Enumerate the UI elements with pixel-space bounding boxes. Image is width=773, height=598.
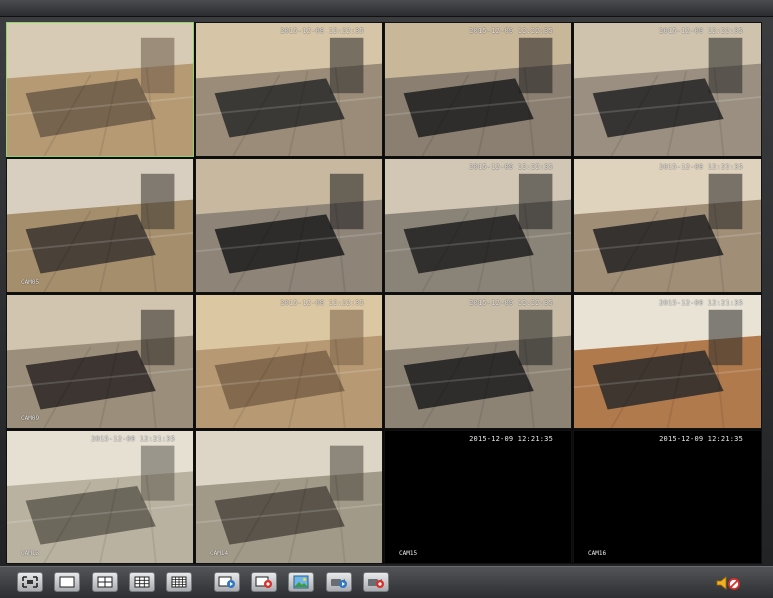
layout-quad-icon <box>97 576 113 588</box>
camera-feed-image <box>574 431 761 563</box>
camera-feed-image <box>196 159 382 292</box>
camera-feed-image <box>7 431 193 563</box>
camera-grid: 2015-12-09 12:22:35 2015-12-09 12:22:35 20… <box>6 22 762 564</box>
camera-timestamp: 2015-12-09 12:21:35 <box>91 435 175 443</box>
camera-tile-11[interactable]: 2015-12-09 12:22:35 <box>384 294 572 429</box>
camera-feed-image <box>196 295 382 428</box>
camera-label: CAM16 <box>588 550 607 557</box>
fullscreen-icon <box>22 576 38 588</box>
camera-timestamp: 2015-12-09 12:22:35 <box>469 163 553 171</box>
camera-tile-3[interactable]: 2015-12-09 12:22:35 <box>384 22 572 157</box>
camera-label: CAM14 <box>210 550 229 557</box>
camera-feed-image <box>574 295 761 428</box>
bottom-toolbar <box>0 566 773 598</box>
nvr-viewer-window: 2015-12-09 12:22:35 2015-12-09 12:22:35 20… <box>0 0 773 598</box>
title-bar <box>0 0 773 17</box>
camera-tile-16[interactable]: 2015-12-09 12:21:35 CAM16 <box>573 430 762 564</box>
camera-tile-7[interactable]: 2015-12-09 12:22:35 <box>384 158 572 293</box>
camera-tile-13[interactable]: 2015-12-09 12:21:35 CAM13 <box>6 430 194 564</box>
camera-feed-image <box>7 159 193 292</box>
record-icon <box>255 576 272 588</box>
play-icon <box>218 576 235 588</box>
snapshot-button[interactable] <box>288 572 314 592</box>
camera-feed-image <box>385 295 571 428</box>
camera-timestamp: 2015-12-09 12:22:35 <box>469 299 553 307</box>
layout-9-button[interactable] <box>129 572 155 592</box>
camera-timestamp: 2015-12-09 12:22:35 <box>469 27 553 35</box>
camera-label: CAM15 <box>399 550 418 557</box>
camera-record-icon <box>368 579 384 588</box>
camera-timestamp: 2015-12-09 12:21:35 <box>469 435 553 443</box>
layout-4-button[interactable] <box>92 572 118 592</box>
speaker-muted-icon <box>716 576 740 590</box>
camera-tile-1[interactable] <box>6 22 194 157</box>
camera-timestamp: 2015-12-09 12:22:35 <box>280 27 364 35</box>
camera-play-icon <box>331 579 347 588</box>
camera-timestamp: 2015-12-09 12:21:35 <box>659 435 743 443</box>
layout-16-button[interactable] <box>166 572 192 592</box>
camera-label: CAM09 <box>21 415 40 422</box>
remote-play-button[interactable] <box>326 572 352 592</box>
fullscreen-button[interactable] <box>17 572 43 592</box>
camera-tile-14[interactable]: CAM14 <box>195 430 383 564</box>
camera-feed-image <box>385 159 571 292</box>
layout-sixteen-icon <box>171 576 187 588</box>
layout-single-icon <box>59 576 75 588</box>
camera-tile-10[interactable]: 2015-12-09 12:22:35 <box>195 294 383 429</box>
camera-timestamp: 2015-12-09 12:22:35 <box>659 163 743 171</box>
volume-toggle[interactable] <box>715 575 741 591</box>
camera-feed-image <box>385 23 571 156</box>
camera-feed-image <box>196 23 382 156</box>
camera-tile-15[interactable]: 2015-12-09 12:21:35 CAM15 <box>384 430 572 564</box>
camera-timestamp: 2015-12-09 12:22:35 <box>280 299 364 307</box>
camera-tile-6[interactable] <box>195 158 383 293</box>
layout-nine-icon <box>134 576 150 588</box>
playback-button[interactable] <box>214 572 240 592</box>
camera-tile-9[interactable]: CAM09 <box>6 294 194 429</box>
camera-feed-image <box>574 23 761 156</box>
camera-tile-4[interactable]: 2015-12-09 12:22:35 <box>573 22 762 157</box>
camera-tile-8[interactable]: 2015-12-09 12:22:35 <box>573 158 762 293</box>
camera-tile-2[interactable]: 2015-12-09 12:22:35 <box>195 22 383 157</box>
record-button[interactable] <box>251 572 277 592</box>
camera-feed-image <box>574 159 761 292</box>
camera-timestamp: 2015-12-09 12:22:35 <box>659 27 743 35</box>
snapshot-icon <box>293 575 309 589</box>
camera-feed-image <box>385 431 571 563</box>
camera-tile-5[interactable]: CAM05 <box>6 158 194 293</box>
camera-feed-image <box>7 295 193 428</box>
remote-record-button[interactable] <box>363 572 389 592</box>
camera-tile-12[interactable]: 2015-12-09 12:21:35 <box>573 294 762 429</box>
camera-feed-image <box>7 23 193 156</box>
camera-label: CAM13 <box>21 550 40 557</box>
layout-1-button[interactable] <box>54 572 80 592</box>
camera-feed-image <box>196 431 382 563</box>
camera-label: CAM05 <box>21 279 40 286</box>
camera-timestamp: 2015-12-09 12:21:35 <box>659 299 743 307</box>
